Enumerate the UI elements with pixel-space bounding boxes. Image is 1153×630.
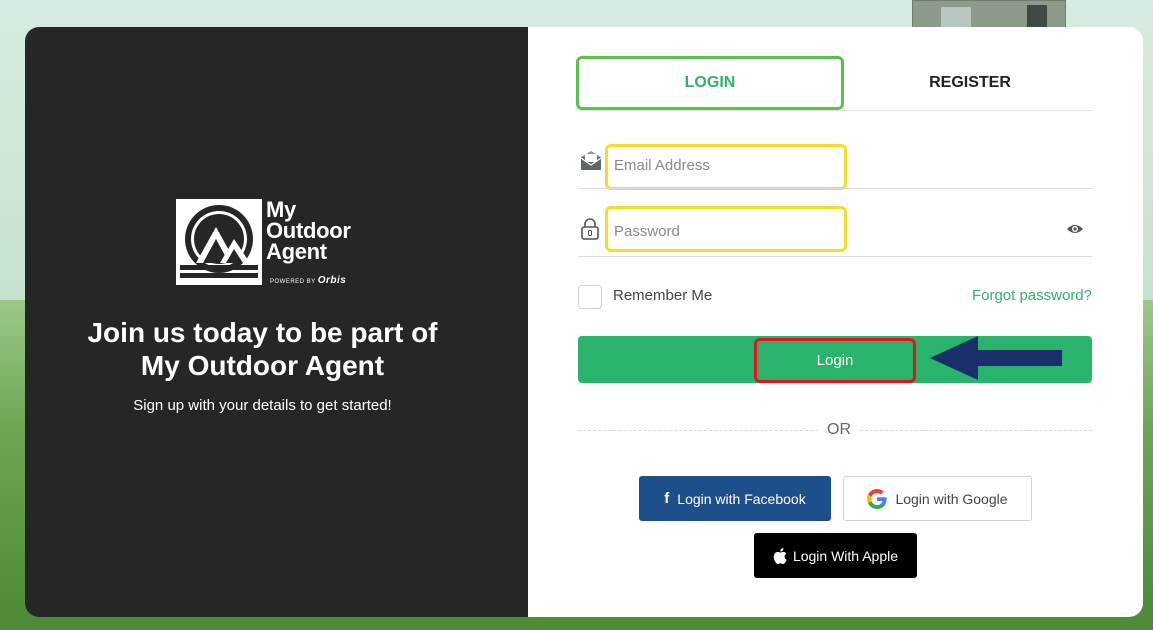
- left-headline: Join us today to be part of My Outdoor A…: [40, 316, 485, 382]
- tab-login[interactable]: LOGIN: [576, 56, 844, 110]
- facebook-icon: f: [664, 490, 670, 507]
- tab-divider: [578, 110, 1092, 111]
- powered-by-text: POWERED BY: [270, 279, 316, 285]
- email-input[interactable]: [612, 152, 846, 178]
- divider-left: [578, 430, 818, 431]
- mountain-logo-icon: [176, 199, 262, 285]
- logo-powered-by: POWERED BY Orbis: [270, 275, 346, 286]
- login-apple-button[interactable]: Login With Apple: [754, 533, 917, 578]
- apple-button-label: Login With Apple: [792, 547, 899, 564]
- google-icon: [867, 488, 888, 509]
- eye-icon[interactable]: [1066, 222, 1084, 236]
- left-subtext: Sign up with your details to get started…: [133, 397, 392, 414]
- password-input[interactable]: [612, 218, 846, 244]
- headline-line-1: Join us today to be part of: [87, 317, 438, 348]
- apple-icon: [773, 547, 787, 564]
- brand-logo: My Outdoor Agent POWERED BY Orbis: [176, 199, 386, 289]
- divider-or: OR: [827, 421, 851, 438]
- google-button-label: Login with Google: [895, 490, 1008, 507]
- logo-line-1: My: [266, 197, 296, 222]
- login-google-button[interactable]: Login with Google: [843, 476, 1032, 521]
- password-underline: [578, 256, 1092, 257]
- login-button-highlight[interactable]: Login: [754, 338, 916, 383]
- login-facebook-button[interactable]: f Login with Facebook: [639, 476, 831, 521]
- remember-me-checkbox[interactable]: [578, 285, 602, 309]
- headline-line-2: My Outdoor Agent: [140, 350, 385, 381]
- right-panel: [528, 27, 1143, 617]
- forgot-password-link[interactable]: Forgot password?: [940, 287, 1092, 304]
- tab-register[interactable]: REGISTER: [848, 56, 1092, 110]
- email-underline: [578, 188, 1092, 189]
- facebook-button-label: Login with Facebook: [677, 490, 806, 507]
- remember-me-label: Remember Me: [613, 287, 713, 304]
- lock-icon: [581, 218, 599, 240]
- divider-right: [860, 430, 1092, 431]
- email-icon: [580, 151, 602, 170]
- powered-by-brand: Orbis: [317, 275, 347, 286]
- login-button-label: Login: [816, 352, 854, 369]
- logo-wordmark: My Outdoor Agent: [266, 197, 351, 264]
- logo-line-3: Agent: [266, 239, 327, 264]
- logo-line-2: Outdoor: [266, 218, 351, 243]
- arrow-annotation-icon: [930, 336, 1062, 380]
